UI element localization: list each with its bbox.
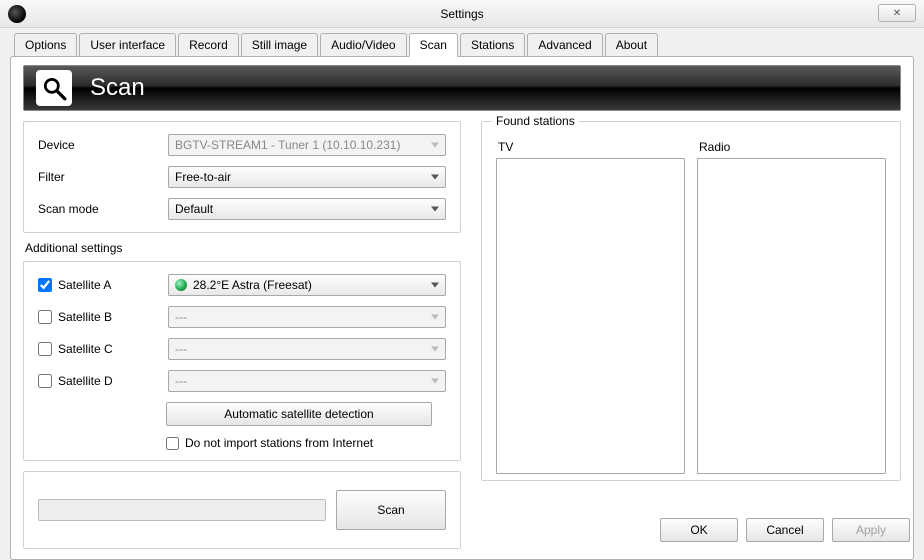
sat-a-check-input[interactable]: [38, 278, 52, 292]
apply-button: Apply: [832, 518, 910, 542]
sat-c-check-input[interactable]: [38, 342, 52, 356]
scanmode-label: Scan mode: [38, 202, 168, 216]
chevron-down-icon: [431, 143, 439, 148]
sat-d-select[interactable]: ---: [168, 370, 446, 392]
device-value: BGTV-STREAM1 - Tuner 1 (10.10.10.231): [175, 138, 400, 152]
tab-record[interactable]: Record: [178, 33, 239, 57]
tv-header: TV: [496, 140, 685, 154]
banner-title: Scan: [90, 74, 145, 102]
scan-progress-group: Scan: [23, 471, 461, 549]
device-select: BGTV-STREAM1 - Tuner 1 (10.10.10.231): [168, 134, 446, 156]
sat-c-value: ---: [175, 342, 187, 356]
chevron-down-icon: [431, 175, 439, 180]
filter-value: Free-to-air: [175, 170, 231, 184]
sat-a-select[interactable]: 28.2°E Astra (Freesat): [168, 274, 446, 296]
sat-c-checkbox[interactable]: Satellite C: [38, 342, 168, 356]
device-label: Device: [38, 138, 168, 152]
filter-label: Filter: [38, 170, 168, 184]
sat-b-label: Satellite B: [58, 310, 112, 324]
close-icon: ✕: [893, 8, 901, 19]
sat-d-checkbox[interactable]: Satellite D: [38, 374, 168, 388]
chevron-down-icon: [431, 207, 439, 212]
sat-b-select[interactable]: ---: [168, 306, 446, 328]
tab-panel: Scan Device BGTV-STREAM1 - Tuner 1 (10.1…: [10, 56, 914, 560]
scan-banner-icon: [36, 70, 72, 106]
tab-scan[interactable]: Scan: [409, 33, 458, 57]
sat-a-checkbox[interactable]: Satellite A: [38, 278, 168, 292]
auto-satellite-detect-button[interactable]: Automatic satellite detection: [166, 402, 432, 426]
scan-progress-bar: [38, 499, 326, 521]
sat-d-value: ---: [175, 374, 187, 388]
sat-b-checkbox[interactable]: Satellite B: [38, 310, 168, 324]
sat-b-check-input[interactable]: [38, 310, 52, 324]
globe-icon: [175, 279, 187, 291]
dialog-footer: OK Cancel Apply: [660, 518, 910, 542]
sat-c-label: Satellite C: [58, 342, 113, 356]
tab-user-interface[interactable]: User interface: [79, 33, 176, 57]
chevron-down-icon: [431, 283, 439, 288]
close-button[interactable]: ✕: [878, 4, 916, 22]
sat-a-value: 28.2°E Astra (Freesat): [193, 278, 312, 292]
no-import-label: Do not import stations from Internet: [185, 436, 373, 450]
found-stations-legend: Found stations: [492, 114, 579, 128]
ok-button[interactable]: OK: [660, 518, 738, 542]
tab-audio-video[interactable]: Audio/Video: [320, 33, 407, 57]
sat-b-value: ---: [175, 310, 187, 324]
page-banner: Scan: [23, 65, 901, 111]
sat-a-label: Satellite A: [58, 278, 111, 292]
no-import-checkbox[interactable]: Do not import stations from Internet: [166, 436, 446, 450]
no-import-check-input[interactable]: [166, 437, 179, 450]
scan-button[interactable]: Scan: [336, 490, 446, 530]
titlebar: Settings ✕: [0, 0, 924, 28]
radio-header: Radio: [697, 140, 886, 154]
cancel-button[interactable]: Cancel: [746, 518, 824, 542]
tab-options[interactable]: Options: [14, 33, 77, 57]
radio-listbox[interactable]: [697, 158, 886, 474]
tab-about[interactable]: About: [605, 33, 658, 57]
chevron-down-icon: [431, 347, 439, 352]
window-title: Settings: [0, 7, 924, 21]
scanmode-select[interactable]: Default: [168, 198, 446, 220]
chevron-down-icon: [431, 379, 439, 384]
filter-select[interactable]: Free-to-air: [168, 166, 446, 188]
app-icon: [8, 5, 26, 23]
sat-c-select[interactable]: ---: [168, 338, 446, 360]
additional-settings-group: Satellite A 28.2°E Astra (Freesat): [23, 261, 461, 461]
sat-d-label: Satellite D: [58, 374, 113, 388]
chevron-down-icon: [431, 315, 439, 320]
scan-settings-group: Device BGTV-STREAM1 - Tuner 1 (10.10.10.…: [23, 121, 461, 233]
magnifier-icon: [41, 75, 67, 101]
additional-settings-title: Additional settings: [25, 241, 461, 255]
tab-advanced[interactable]: Advanced: [527, 33, 602, 57]
scanmode-value: Default: [175, 202, 213, 216]
tab-strip: Options User interface Record Still imag…: [10, 32, 914, 56]
tv-listbox[interactable]: [496, 158, 685, 474]
found-stations-group: Found stations TV Radio: [481, 121, 901, 481]
tab-stations[interactable]: Stations: [460, 33, 525, 57]
sat-d-check-input[interactable]: [38, 374, 52, 388]
tab-still-image[interactable]: Still image: [241, 33, 318, 57]
